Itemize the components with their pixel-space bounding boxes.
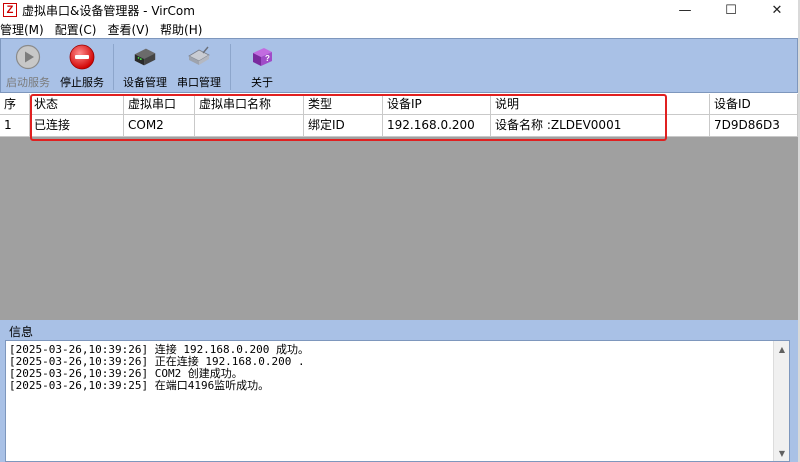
device-management-button[interactable]: 设备管理 (118, 44, 172, 90)
about-button[interactable]: ? 关于 (235, 44, 289, 90)
svg-text:?: ? (265, 54, 270, 63)
scroll-up-arrow-icon[interactable]: ▲ (774, 341, 790, 357)
cell-type: 绑定ID (304, 115, 383, 136)
device-management-label: 设备管理 (123, 76, 167, 89)
menu-config[interactable]: 配置(C) (55, 21, 102, 38)
connection-table: 序 状态 虚拟串口 虚拟串口名称 类型 设备IP 说明 设备ID 1 已连接 C… (0, 94, 798, 320)
table-header: 序 状态 虚拟串口 虚拟串口名称 类型 设备IP 说明 设备ID (0, 94, 798, 115)
cell-status: 已连接 (30, 115, 124, 136)
cell-description: 设备名称 :ZLDEV0001 (491, 115, 710, 136)
minimize-button[interactable]: — (662, 0, 708, 20)
app-logo-icon: Z (3, 3, 17, 17)
column-header-type[interactable]: 类型 (304, 94, 383, 115)
cell-virtual-port: COM2 (124, 115, 195, 136)
log-line: [2025-03-26,10:39:25] 在端口4196监听成功。 (9, 379, 270, 392)
toolbar: 启动服务 停止服务 设备管理 串口管理 ? 关于 (0, 38, 798, 93)
log-list: [2025-03-26,10:39:26] 连接 192.168.0.200 成… (9, 344, 773, 392)
serial-port-icon (186, 44, 212, 70)
scroll-down-arrow-icon[interactable]: ▼ (774, 445, 790, 461)
start-service-button[interactable]: 启动服务 (1, 44, 55, 90)
column-header-virtual-port[interactable]: 虚拟串口 (124, 94, 195, 115)
help-book-icon: ? (249, 44, 275, 70)
menu-view[interactable]: 查看(V) (107, 21, 154, 38)
close-button[interactable]: ✕ (754, 0, 800, 20)
column-header-index[interactable]: 序 (0, 94, 30, 115)
port-management-button[interactable]: 串口管理 (172, 44, 226, 90)
stop-service-button[interactable]: 停止服务 (55, 44, 109, 90)
window-controls: — ☐ ✕ (662, 0, 800, 20)
table-row[interactable]: 1 已连接 COM2 绑定ID 192.168.0.200 设备名称 :ZLDE… (0, 115, 798, 137)
log-output[interactable]: [2025-03-26,10:39:26] 连接 192.168.0.200 成… (5, 340, 790, 462)
toolbar-separator (230, 44, 231, 90)
info-panel: 信息 [2025-03-26,10:39:26] 连接 192.168.0.20… (0, 320, 798, 462)
cell-device-ip: 192.168.0.200 (383, 115, 491, 136)
column-header-status[interactable]: 状态 (30, 94, 124, 115)
maximize-button[interactable]: ☐ (708, 0, 754, 20)
column-header-device-id[interactable]: 设备ID (710, 94, 798, 115)
column-header-description[interactable]: 说明 (491, 94, 710, 115)
port-management-label: 串口管理 (177, 76, 221, 89)
device-box-icon (132, 44, 158, 70)
cell-virtual-port-name (195, 115, 304, 136)
stop-circle-icon (69, 44, 95, 70)
menu-manage[interactable]: 管理(M) (0, 21, 49, 38)
window-title: 虚拟串口&设备管理器 - VirCom (22, 3, 195, 18)
start-service-label: 启动服务 (6, 76, 50, 89)
play-circle-icon (15, 44, 41, 70)
column-header-virtual-port-name[interactable]: 虚拟串口名称 (195, 94, 304, 115)
cell-device-id: 7D9D86D3 (710, 115, 798, 136)
column-header-device-ip[interactable]: 设备IP (383, 94, 491, 115)
cell-index: 1 (0, 115, 30, 136)
about-label: 关于 (251, 76, 273, 89)
menu-bar: 管理(M) 配置(C) 查看(V) 帮助(H) (0, 20, 800, 38)
stop-service-label: 停止服务 (60, 76, 104, 89)
info-panel-title: 信息 (9, 325, 34, 339)
log-scrollbar[interactable]: ▲ ▼ (773, 341, 789, 461)
menu-help[interactable]: 帮助(H) (160, 21, 207, 38)
toolbar-separator (113, 44, 114, 90)
title-bar: Z 虚拟串口&设备管理器 - VirCom — ☐ ✕ (0, 0, 800, 20)
